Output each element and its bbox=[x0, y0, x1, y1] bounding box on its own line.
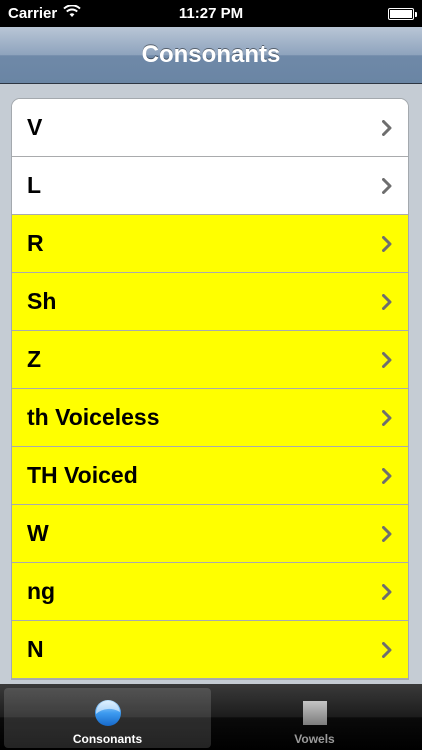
table-row[interactable]: W bbox=[12, 505, 408, 563]
wifi-icon bbox=[63, 4, 81, 22]
row-label: L bbox=[27, 172, 42, 198]
chevron-right-icon bbox=[382, 119, 392, 136]
table-row[interactable]: V bbox=[12, 99, 408, 157]
table-row[interactable]: Z bbox=[12, 331, 408, 389]
tab-bar: Consonants Vowels bbox=[0, 684, 422, 750]
row-label: Sh bbox=[27, 288, 57, 314]
row-label: W bbox=[27, 520, 49, 546]
row-label: th Voiceless bbox=[27, 404, 160, 430]
table-row[interactable]: th Voiceless bbox=[12, 389, 408, 447]
tab-consonants-label: Consonants bbox=[72, 732, 143, 746]
tab-vowels[interactable]: Vowels bbox=[211, 688, 418, 748]
chevron-right-icon bbox=[382, 235, 392, 252]
square-icon bbox=[302, 694, 328, 732]
status-left: Carrier bbox=[8, 4, 81, 22]
chevron-right-icon bbox=[382, 641, 392, 658]
row-label: V bbox=[27, 114, 43, 140]
tab-vowels-label: Vowels bbox=[294, 732, 335, 746]
row-label: ng bbox=[27, 578, 56, 604]
table-view[interactable]: V L R Sh Zth Voiceless TH Voiced Wng N bbox=[0, 84, 422, 684]
circle-icon bbox=[93, 694, 123, 732]
chevron-right-icon bbox=[382, 351, 392, 368]
table-row[interactable]: Sh bbox=[12, 273, 408, 331]
chevron-right-icon bbox=[382, 409, 392, 426]
consonant-list: V L R Sh Zth Voiceless TH Voiced Wng N bbox=[11, 98, 409, 680]
table-row[interactable]: TH Voiced bbox=[12, 447, 408, 505]
chevron-right-icon bbox=[382, 467, 392, 484]
row-label: N bbox=[27, 636, 44, 662]
table-row[interactable]: N bbox=[12, 621, 408, 679]
battery-icon bbox=[388, 7, 417, 20]
page-title: Consonants bbox=[141, 41, 281, 68]
navigation-bar: Consonants bbox=[0, 27, 422, 84]
row-label: TH Voiced bbox=[27, 462, 138, 488]
chevron-right-icon bbox=[382, 583, 392, 600]
carrier-label: Carrier bbox=[8, 5, 58, 22]
row-label: R bbox=[27, 230, 44, 256]
chevron-right-icon bbox=[382, 177, 392, 194]
chevron-right-icon bbox=[382, 293, 392, 310]
row-label: Z bbox=[27, 346, 42, 372]
table-row[interactable]: L bbox=[12, 157, 408, 215]
table-row[interactable]: ng bbox=[12, 563, 408, 621]
status-bar: Carrier 11:27 PM bbox=[0, 0, 422, 27]
tab-consonants[interactable]: Consonants bbox=[4, 688, 211, 748]
chevron-right-icon bbox=[382, 525, 392, 542]
table-row[interactable]: R bbox=[12, 215, 408, 273]
